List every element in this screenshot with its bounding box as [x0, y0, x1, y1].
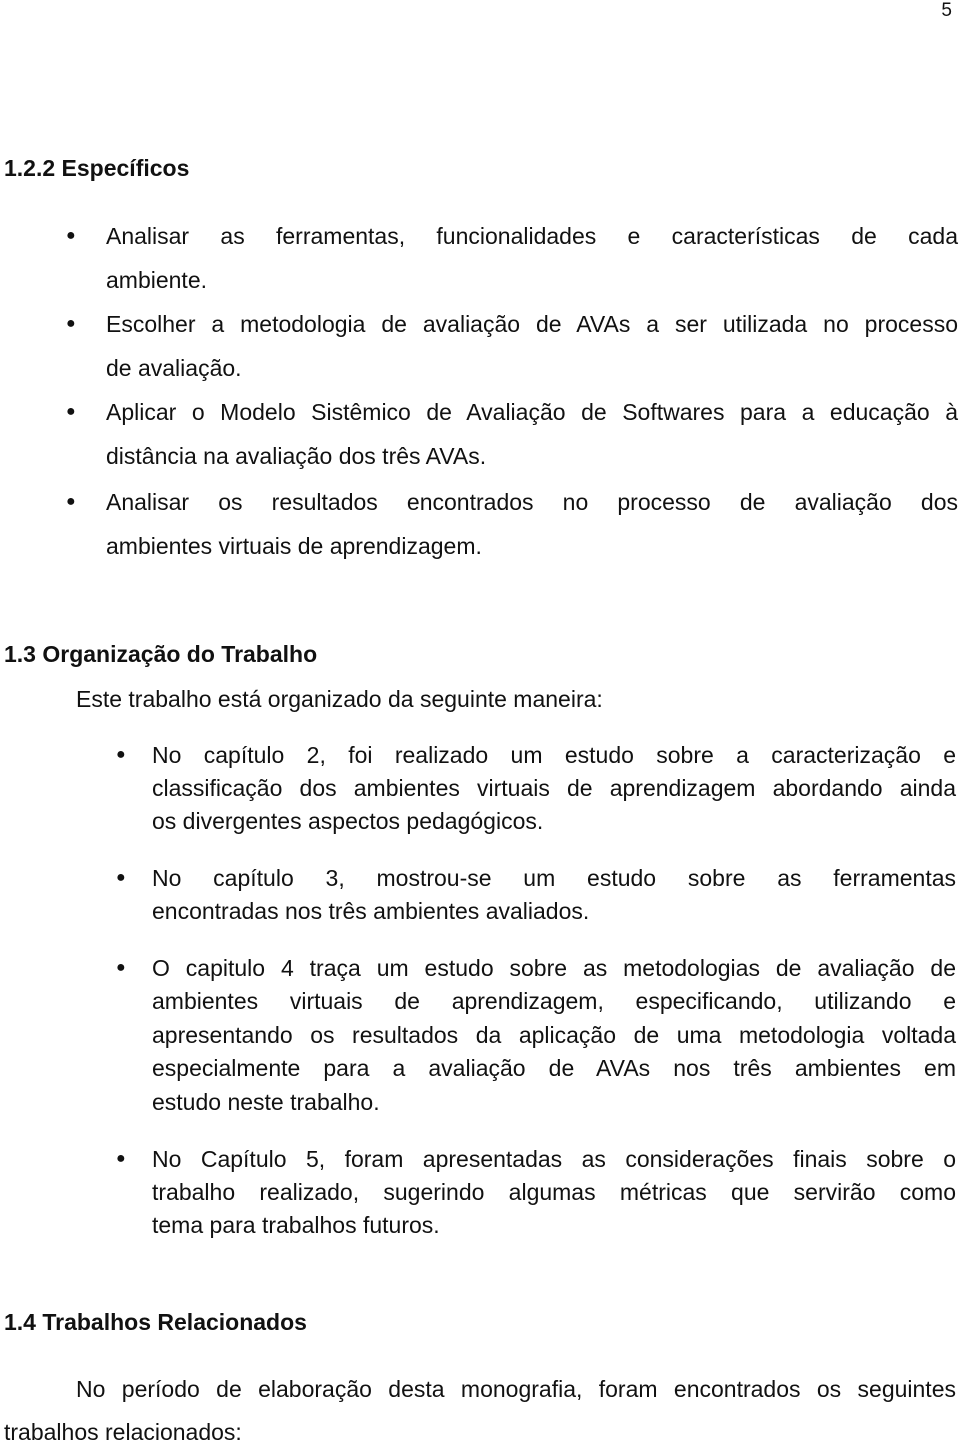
list-item-line: trabalho realizado, sugerindo algumas mé… — [152, 1179, 956, 1205]
bullet-icon — [66, 488, 76, 516]
section-heading-1-3: 1.3 Organização do Trabalho — [4, 641, 318, 667]
list-item-line: encontradas nos três ambientes avaliados… — [152, 898, 590, 924]
list-item-line: Aplicar o Modelo Sistêmico de Avaliação … — [106, 399, 958, 425]
bullet-icon — [116, 1145, 126, 1173]
list-item-line: Analisar as ferramentas, funcionalidades… — [106, 223, 958, 249]
list-item-line: ambientes virtuais de aprendizagem. — [106, 533, 482, 559]
list-item-line: ambientes virtuais de aprendizagem, espe… — [152, 988, 956, 1014]
list-item-line: No capítulo 2, foi realizado um estudo s… — [152, 742, 956, 768]
paragraph-line: No período de elaboração desta monografi… — [76, 1376, 956, 1402]
list-item-line: de avaliação. — [106, 355, 242, 381]
bullet-icon — [116, 954, 126, 982]
section-intro: Este trabalho está organizado da seguint… — [76, 686, 603, 712]
bullet-icon — [66, 222, 76, 250]
list-item-line: tema para trabalhos futuros. — [152, 1212, 440, 1238]
bullet-icon — [116, 864, 126, 892]
list-item-line: distância na avaliação dos três AVAs. — [106, 443, 487, 469]
list-item-line: Escolher a metodologia de avaliação de A… — [106, 311, 958, 337]
list-item-line: classificação dos ambientes virtuais de … — [152, 775, 956, 801]
list-item-line: No Capítulo 5, foram apresentadas as con… — [152, 1146, 956, 1172]
bullet-icon — [116, 741, 126, 769]
list-item-line: No capítulo 3, mostrou-se um estudo sobr… — [152, 865, 956, 891]
list-item-line: O capitulo 4 traça um estudo sobre as me… — [152, 955, 956, 981]
list-item-line: Analisar os resultados encontrados no pr… — [106, 489, 958, 515]
section-heading-1-4: 1.4 Trabalhos Relacionados — [4, 1309, 307, 1335]
section-heading-1-2-2: 1.2.2 Específicos — [4, 155, 190, 181]
bullet-icon — [66, 398, 76, 426]
list-item-line: ambiente. — [106, 267, 208, 293]
list-item-line: especialmente para a avaliação de AVAs n… — [152, 1055, 956, 1081]
list-item-line: estudo neste trabalho. — [152, 1089, 380, 1115]
page-number: 5 — [941, 0, 952, 21]
bullet-icon — [66, 310, 76, 338]
list-item-line: os divergentes aspectos pedagógicos. — [152, 808, 544, 834]
list-item-line: apresentando os resultados da aplicação … — [152, 1022, 956, 1048]
